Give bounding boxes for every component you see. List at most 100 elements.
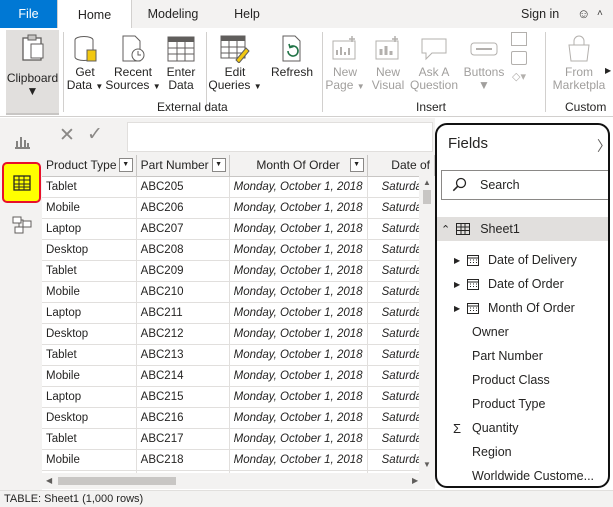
column-header[interactable]: Product Type ▼ bbox=[42, 155, 137, 177]
table-cell[interactable]: ABC216 bbox=[136, 407, 230, 429]
table-cell[interactable]: Desktop bbox=[42, 239, 137, 261]
new-page-button[interactable]: New Page ▼ bbox=[324, 28, 366, 98]
tab-modeling[interactable]: Modeling bbox=[134, 0, 212, 28]
table-cell[interactable]: Monday, October 1, 2018 bbox=[229, 260, 368, 282]
table-cell[interactable]: ABC206 bbox=[136, 197, 230, 219]
field-item[interactable]: Worldwide Custome... bbox=[437, 465, 608, 486]
table-cell[interactable]: Monday, October 1, 2018 bbox=[229, 407, 368, 429]
table-cell[interactable]: ABC214 bbox=[136, 365, 230, 387]
table-cell[interactable]: Laptop bbox=[42, 218, 137, 240]
table-cell[interactable]: ABC211 bbox=[136, 302, 230, 324]
filter-dropdown-icon[interactable]: ▼ bbox=[349, 158, 364, 172]
scroll-down-icon[interactable]: ▼ bbox=[423, 460, 431, 469]
expand-caret-icon[interactable]: ▶ bbox=[454, 304, 460, 313]
table-cell[interactable]: Tablet bbox=[42, 428, 137, 450]
column-header[interactable]: Date of bbox=[367, 155, 435, 177]
field-item[interactable]: ▶ Date of Delivery bbox=[437, 249, 608, 271]
data-view-button[interactable] bbox=[2, 162, 41, 203]
filter-dropdown-icon[interactable]: ▼ bbox=[118, 158, 133, 172]
formula-input[interactable] bbox=[127, 122, 433, 152]
chevron-up-icon[interactable]: ⌃ bbox=[441, 223, 450, 236]
field-item[interactable]: Region bbox=[437, 441, 608, 463]
table-cell[interactable]: Monday, October 1, 2018 bbox=[229, 197, 368, 219]
model-view-button[interactable] bbox=[3, 206, 40, 243]
ask-question-button[interactable]: Ask A Question bbox=[410, 28, 458, 98]
table-cell[interactable]: Laptop bbox=[42, 386, 137, 408]
table-cell[interactable]: Mobile bbox=[42, 281, 137, 303]
table-cell[interactable]: Mobile bbox=[42, 197, 137, 219]
table-cell[interactable]: ABC218 bbox=[136, 449, 230, 471]
horizontal-scroll-thumb[interactable] bbox=[58, 477, 176, 485]
table-cell[interactable]: Monday, October 1, 2018 bbox=[229, 365, 368, 387]
clipboard-group[interactable]: Clipboard ▼ bbox=[6, 28, 59, 98]
table-cell[interactable]: Tablet bbox=[42, 260, 137, 282]
expand-caret-icon[interactable]: ▶ bbox=[454, 256, 460, 265]
field-item[interactable]: Product Class bbox=[437, 369, 608, 391]
commit-formula-icon[interactable]: ✓ bbox=[87, 123, 103, 146]
new-visual-button[interactable]: New Visual bbox=[368, 28, 408, 98]
chevron-up-icon[interactable]: ˄ bbox=[597, 8, 603, 19]
buttons-button[interactable]: Buttons ▼ bbox=[460, 28, 508, 98]
scroll-left-icon[interactable]: ◀ bbox=[46, 476, 52, 485]
table-cell[interactable]: ABC215 bbox=[136, 386, 230, 408]
table-cell[interactable]: Monday, October 1, 2018 bbox=[229, 323, 368, 345]
table-cell[interactable]: Monday, October 1, 2018 bbox=[229, 239, 368, 261]
field-item[interactable]: Σ Quantity bbox=[437, 417, 608, 439]
expand-caret-icon[interactable]: ▶ bbox=[454, 280, 460, 289]
recent-sources-button[interactable]: Recent Sources ▼ bbox=[105, 28, 161, 98]
shapes-icon[interactable]: ◇▾ bbox=[512, 70, 526, 83]
horizontal-scrollbar[interactable]: ◀ ▶ bbox=[42, 473, 435, 489]
collapse-pane-icon[interactable]: 〉 bbox=[597, 136, 608, 156]
get-data-button[interactable]: Get Data ▼ bbox=[64, 28, 106, 98]
image-icon[interactable] bbox=[511, 51, 527, 65]
table-node-sheet1[interactable]: ⌃ Sheet1 bbox=[437, 217, 608, 241]
table-cell[interactable]: Monday, October 1, 2018 bbox=[229, 281, 368, 303]
table-cell[interactable]: ABC209 bbox=[136, 260, 230, 282]
table-cell[interactable]: Mobile bbox=[42, 365, 137, 387]
table-cell[interactable]: Laptop bbox=[42, 302, 137, 324]
table-cell[interactable]: Monday, October 1, 2018 bbox=[229, 386, 368, 408]
tab-home[interactable]: Home bbox=[57, 0, 132, 29]
cancel-formula-icon[interactable]: ✕ bbox=[59, 124, 75, 147]
table-cell[interactable]: ABC207 bbox=[136, 218, 230, 240]
scroll-right-icon[interactable]: ▶ bbox=[412, 476, 418, 485]
tab-help[interactable]: Help bbox=[218, 0, 276, 28]
table-cell[interactable]: ABC212 bbox=[136, 323, 230, 345]
tab-file[interactable]: File bbox=[0, 0, 57, 28]
table-cell[interactable]: ABC205 bbox=[136, 176, 230, 198]
edit-queries-button[interactable]: Edit Queries ▼ bbox=[208, 28, 262, 98]
scroll-up-icon[interactable]: ▲ bbox=[423, 178, 431, 187]
table-cell[interactable]: ABC217 bbox=[136, 428, 230, 450]
filter-dropdown-icon[interactable]: ▼ bbox=[211, 158, 226, 172]
table-cell[interactable]: Tablet bbox=[42, 344, 137, 366]
report-view-button[interactable] bbox=[3, 122, 40, 159]
text-box-icon[interactable] bbox=[511, 32, 527, 46]
field-item[interactable]: Part Number bbox=[437, 345, 608, 367]
table-cell[interactable]: Monday, October 1, 2018 bbox=[229, 176, 368, 198]
field-item[interactable]: Owner bbox=[437, 321, 608, 343]
table-cell[interactable]: Monday, October 1, 2018 bbox=[229, 344, 368, 366]
ribbon-scroll-right-icon[interactable]: ▶ bbox=[605, 66, 611, 75]
vertical-scroll-thumb[interactable] bbox=[423, 190, 431, 204]
table-cell[interactable]: Monday, October 1, 2018 bbox=[229, 428, 368, 450]
field-item[interactable]: ▶ Date of Order bbox=[437, 273, 608, 295]
table-cell[interactable]: ABC210 bbox=[136, 281, 230, 303]
table-cell[interactable]: Mobile bbox=[42, 449, 137, 471]
table-cell[interactable]: ABC208 bbox=[136, 239, 230, 261]
refresh-button[interactable]: Refresh bbox=[267, 28, 317, 98]
vertical-scrollbar[interactable]: ▲ ▼ bbox=[419, 176, 435, 473]
table-cell[interactable]: ABC213 bbox=[136, 344, 230, 366]
table-cell[interactable]: Desktop bbox=[42, 323, 137, 345]
column-header[interactable]: Month Of Order ▼ bbox=[229, 155, 368, 177]
column-header[interactable]: Part Number ▼ bbox=[136, 155, 230, 177]
from-marketplace-button[interactable]: From Marketpla bbox=[548, 28, 610, 98]
table-cell[interactable]: Tablet bbox=[42, 176, 137, 198]
field-item[interactable]: Product Type bbox=[437, 393, 608, 415]
fields-search-input[interactable]: Search bbox=[441, 170, 608, 200]
smiley-icon[interactable]: ☺ bbox=[577, 6, 590, 21]
field-item[interactable]: ▶ Month Of Order bbox=[437, 297, 608, 319]
table-cell[interactable]: Desktop bbox=[42, 407, 137, 429]
enter-data-button[interactable]: Enter Data bbox=[160, 28, 202, 98]
table-cell[interactable]: Monday, October 1, 2018 bbox=[229, 449, 368, 471]
table-cell[interactable]: Monday, October 1, 2018 bbox=[229, 218, 368, 240]
